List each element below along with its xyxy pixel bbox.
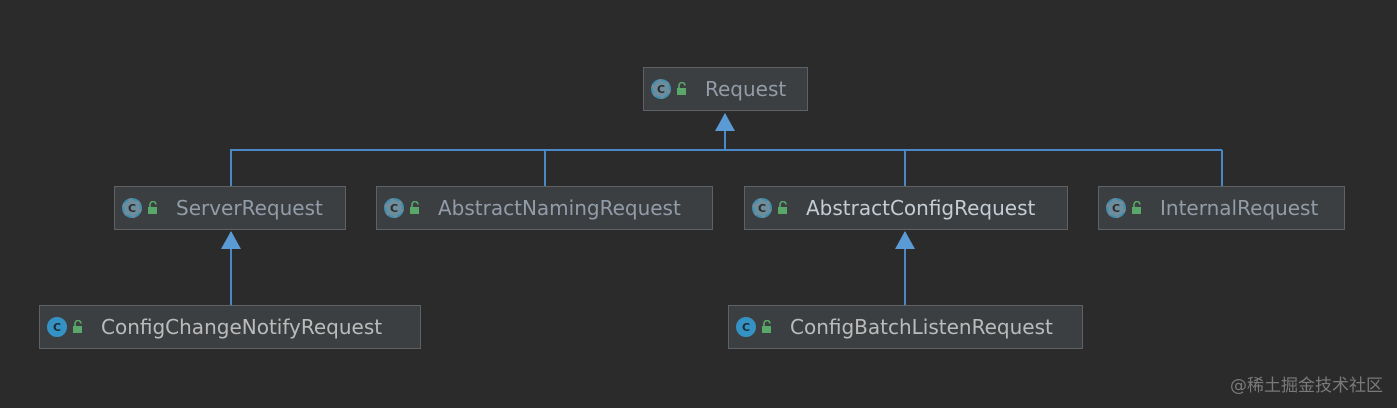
watermark: @稀土掘金技术社区 [1230, 376, 1383, 396]
lock-open-icon [677, 82, 686, 95]
node-config-change-notify-request[interactable]: C ConfigChangeNotifyRequest [39, 305, 421, 349]
arrowhead-request [715, 113, 735, 131]
class-diagram: C Request C ServerRequest C AbstractNami… [0, 0, 1397, 408]
node-abstract-config-request[interactable]: C AbstractConfigRequest [744, 186, 1068, 230]
lock-open-icon [73, 320, 82, 333]
lock-open-icon [762, 320, 771, 333]
node-label: ServerRequest [176, 196, 323, 220]
node-request[interactable]: C Request [643, 67, 808, 111]
arrowhead-abstract-config-request [895, 231, 915, 249]
class-icon: C [736, 317, 756, 337]
lock-open-icon [778, 201, 787, 214]
abstract-class-icon: C [1106, 198, 1126, 218]
arrowhead-server-request [221, 231, 241, 249]
abstract-class-icon: C [384, 198, 404, 218]
node-label: ConfigChangeNotifyRequest [101, 315, 383, 339]
node-label: AbstractNamingRequest [438, 196, 681, 220]
class-icon: C [47, 317, 67, 337]
node-abstract-naming-request[interactable]: C AbstractNamingRequest [376, 186, 713, 230]
edge-server-request-to-request [230, 149, 1223, 186]
node-label: ConfigBatchListenRequest [790, 315, 1053, 339]
node-label: InternalRequest [1160, 196, 1319, 220]
node-internal-request[interactable]: C InternalRequest [1098, 186, 1345, 230]
lock-open-icon [1132, 201, 1141, 214]
node-label: AbstractConfigRequest [806, 196, 1036, 220]
abstract-class-icon: C [752, 198, 772, 218]
lock-open-icon [410, 201, 419, 214]
abstract-class-icon: C [651, 79, 671, 99]
node-config-batch-listen-request[interactable]: C ConfigBatchListenRequest [728, 305, 1083, 349]
lock-open-icon [148, 201, 157, 214]
node-label: Request [705, 77, 787, 101]
node-server-request[interactable]: C ServerRequest [114, 186, 346, 230]
abstract-class-icon: C [122, 198, 142, 218]
